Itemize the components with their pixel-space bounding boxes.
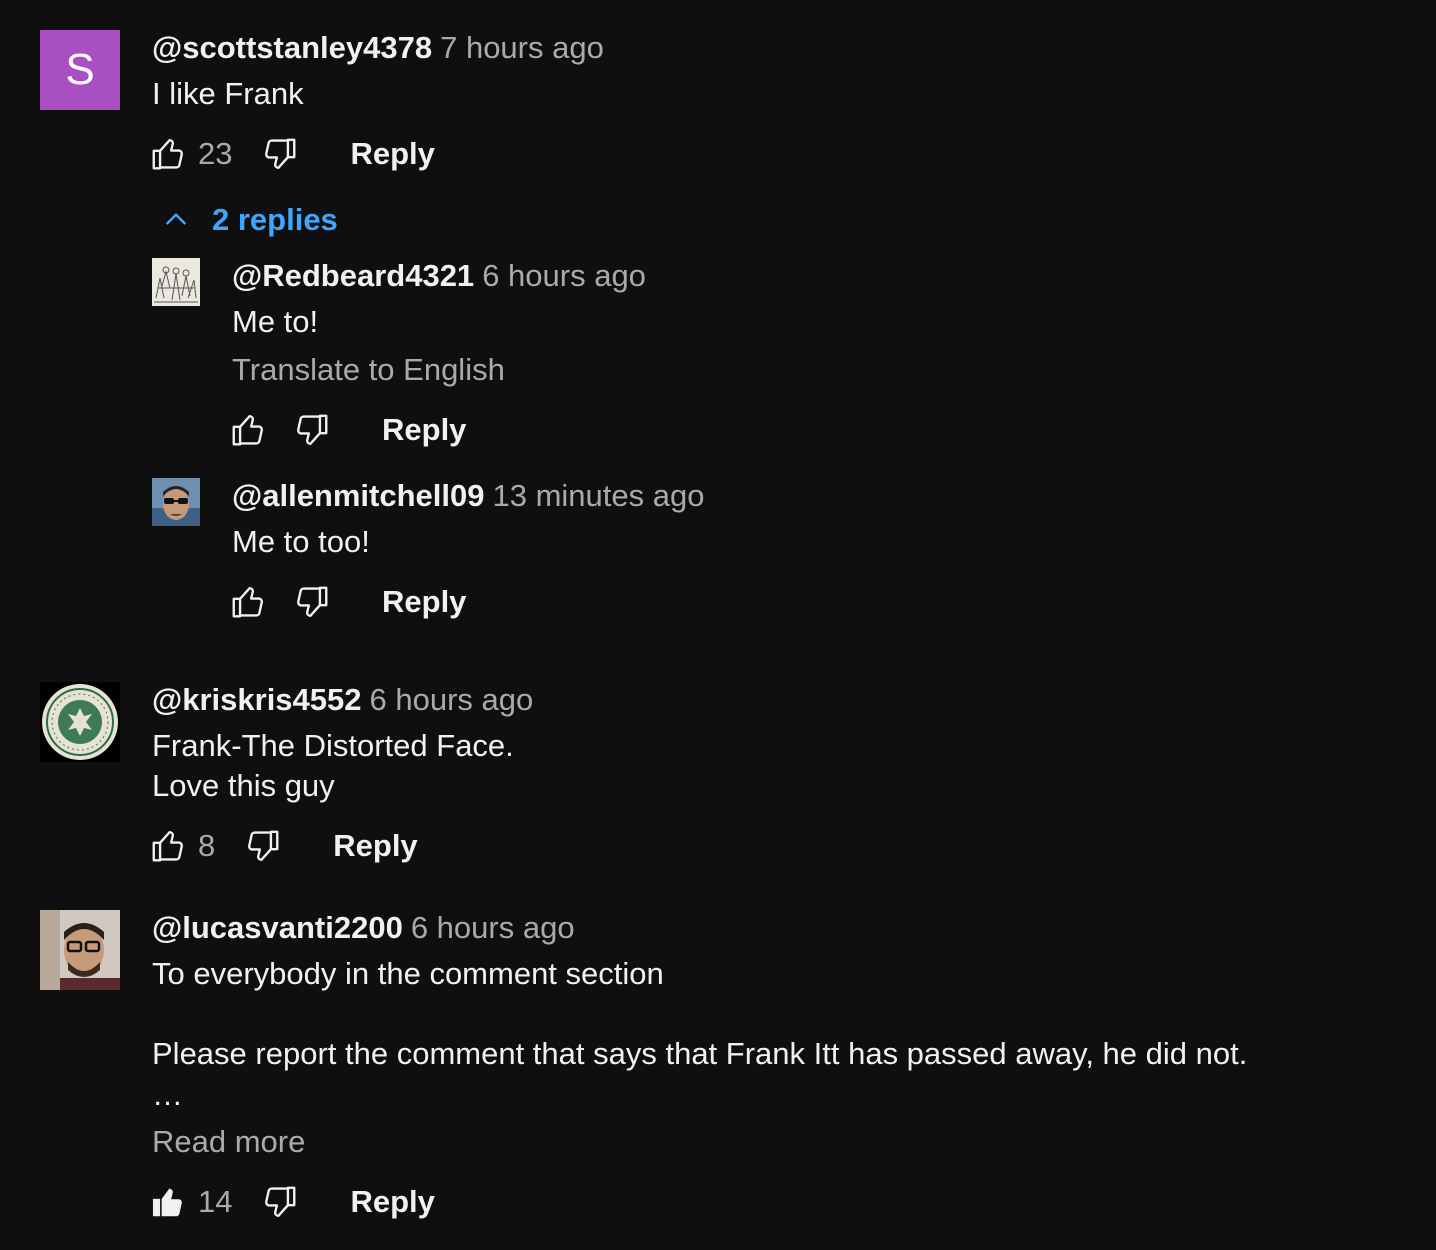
thumb-up-icon	[149, 135, 187, 173]
action-bar: Reply	[228, 580, 466, 624]
comment-text-line: Frank-The Distorted Face.	[152, 728, 514, 763]
chevron-up-icon	[165, 212, 187, 225]
reply-text: Me to!	[232, 304, 319, 339]
ellipsis: …	[152, 1077, 183, 1112]
timestamp[interactable]: 13 minutes ago	[493, 478, 705, 513]
author-name[interactable]: @lucasvanti2200	[152, 910, 403, 945]
thumb-up-filled-icon	[149, 1183, 187, 1221]
author-name[interactable]: @Redbeard4321	[232, 258, 474, 293]
reply-button[interactable]: Reply	[350, 136, 434, 172]
like-count: 8	[198, 828, 216, 863]
thumb-down-icon	[293, 583, 331, 621]
author-name[interactable]: @scottstanley4378	[152, 30, 432, 65]
reply-header: @allenmitchell09 13 minutes ago	[232, 478, 704, 514]
dislike-button[interactable]	[243, 826, 283, 866]
thumb-up-icon	[149, 827, 187, 865]
avatar[interactable]	[152, 478, 200, 526]
sunglasses-man-avatar-icon	[152, 478, 200, 526]
timestamp[interactable]: 6 hours ago	[411, 910, 575, 945]
avatar[interactable]	[40, 910, 120, 990]
reply-header: @Redbeard4321 6 hours ago	[232, 258, 646, 294]
comment-text-line: To everybody in the comment section	[152, 956, 664, 991]
avatar[interactable]	[40, 682, 120, 762]
sketch-drawing-avatar-icon	[152, 258, 200, 306]
avatar[interactable]	[152, 258, 200, 306]
reply-button[interactable]: Reply	[382, 584, 466, 620]
timestamp[interactable]: 6 hours ago	[370, 682, 534, 717]
like-button[interactable]	[148, 826, 188, 866]
action-bar: 8 Reply	[148, 824, 418, 868]
comment-text-line: Love this guy	[152, 768, 335, 803]
dislike-button[interactable]	[292, 582, 332, 622]
comment-header: @kriskris4552 6 hours ago	[152, 682, 533, 718]
thumb-up-icon	[229, 411, 267, 449]
timestamp[interactable]: 7 hours ago	[440, 30, 604, 65]
translate-link[interactable]: Translate to English	[232, 350, 505, 390]
thumb-down-icon	[261, 1183, 299, 1221]
green-seal-avatar-icon	[40, 682, 120, 762]
avatar[interactable]: S	[40, 30, 120, 110]
timestamp[interactable]: 6 hours ago	[482, 258, 646, 293]
action-bar: Reply	[228, 408, 466, 452]
like-button[interactable]	[148, 1182, 188, 1222]
reply-button[interactable]: Reply	[350, 1184, 434, 1220]
author-name[interactable]: @allenmitchell09	[232, 478, 485, 513]
reply-button[interactable]: Reply	[333, 828, 417, 864]
action-bar: 23 Reply	[148, 132, 435, 176]
like-count: 23	[198, 136, 233, 171]
comment-header: @scottstanley4378 7 hours ago	[152, 30, 604, 66]
reply-button[interactable]: Reply	[382, 412, 466, 448]
like-button[interactable]	[228, 582, 268, 622]
action-bar: 14 Reply	[148, 1180, 435, 1224]
replies-toggle-button[interactable]: 2 replies	[160, 202, 338, 238]
thumb-down-icon	[261, 135, 299, 173]
thumb-down-icon	[244, 827, 282, 865]
comment-text-line: Please report the comment that says that…	[152, 1036, 1248, 1071]
comment-text: I like Frank	[152, 76, 304, 111]
read-more-link[interactable]: Read more	[152, 1122, 305, 1162]
dislike-button[interactable]	[292, 410, 332, 450]
comment-header: @lucasvanti2200 6 hours ago	[152, 910, 575, 946]
thumb-up-icon	[229, 583, 267, 621]
author-name[interactable]: @kriskris4552	[152, 682, 362, 717]
glasses-man-avatar-icon	[40, 910, 120, 990]
thumb-down-icon	[293, 411, 331, 449]
replies-count: 2 replies	[212, 202, 338, 237]
like-button[interactable]	[148, 134, 188, 174]
like-count: 14	[198, 1184, 233, 1219]
reply-text: Me to too!	[232, 524, 370, 559]
avatar-letter: S	[65, 45, 95, 94]
like-button[interactable]	[228, 410, 268, 450]
dislike-button[interactable]	[260, 1182, 300, 1222]
dislike-button[interactable]	[260, 134, 300, 174]
